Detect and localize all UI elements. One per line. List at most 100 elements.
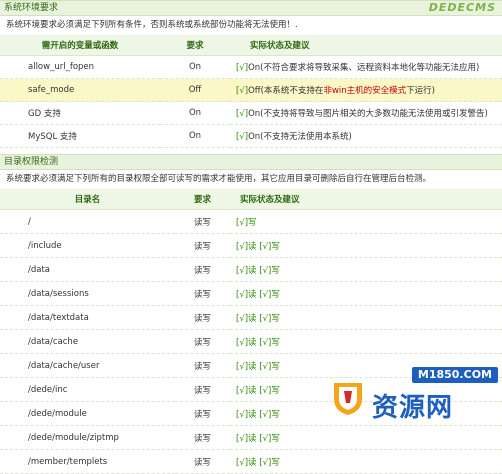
dir-req: 读写	[175, 209, 230, 234]
env-section-bar: 系统环境要求 DEDECMS	[0, 0, 502, 16]
read-status: [√]读	[236, 361, 257, 372]
watermark-url: M1850.COM	[411, 367, 498, 383]
dir-name: /data/cache/user	[0, 353, 175, 378]
table-row: /data 读写 [√]读 [√]写	[0, 257, 502, 282]
env-var-state: [√]On(不符合要求将导致采集、远程资料本地化等功能无法应用)	[230, 55, 502, 79]
write-status: [√]写	[259, 409, 280, 420]
env-var-req: On	[160, 101, 230, 125]
state-text: Off(本系统不支持在非win主机的安全模式下运行)	[248, 86, 435, 96]
dir-req: 读写	[175, 353, 230, 378]
write-status: [√]写	[259, 337, 280, 348]
write-status: [√]写	[259, 265, 280, 276]
env-var-name: GD 支持	[0, 101, 160, 125]
table-row: /data/cache 读写 [√]读 [√]写	[0, 329, 502, 354]
dedecms-logo: DEDECMS	[428, 1, 496, 14]
read-status: [√]读	[236, 313, 257, 324]
dir-req: 读写	[175, 233, 230, 258]
read-status: [√]读	[236, 241, 257, 252]
env-var-state: [√]On(不支持将导致与图片相关的大多数功能无法使用或引发警告)	[230, 101, 502, 125]
dirs-col-name: 目录名	[0, 189, 175, 210]
write-status: [√]写	[259, 385, 280, 396]
dir-name: /data/sessions	[0, 281, 175, 306]
table-row: MySQL 支持 On [√]On(不支持无法使用本系统)	[0, 124, 502, 148]
read-status: [√]读	[236, 409, 257, 420]
dir-req: 读写	[175, 401, 230, 426]
state-text: On(不支持将导致与图片相关的大多数功能无法使用或引发警告)	[248, 109, 488, 119]
dir-req: 读写	[175, 281, 230, 306]
dir-state: [√]读 [√]写	[230, 425, 502, 450]
dir-state: [√]读 [√]写	[230, 449, 502, 474]
shield-icon	[334, 383, 362, 415]
watermark-text: 资源网	[372, 393, 454, 423]
watermark: M1850.COM 资源网	[328, 367, 498, 425]
dir-req: 读写	[175, 257, 230, 282]
dir-state: [√]写	[230, 209, 502, 234]
read-status: [√]读	[236, 337, 257, 348]
dir-state: [√]读 [√]写	[230, 233, 502, 258]
write-status: [√]写	[236, 217, 257, 228]
env-col-name: 需开启的变量或函数	[0, 35, 160, 56]
read-status: [√]读	[236, 289, 257, 300]
dir-name: /data	[0, 257, 175, 282]
check-mark: [√]	[236, 86, 249, 96]
env-table: 需开启的变量或函数 要求 实际状态及建议 allow_url_fopen On …	[0, 35, 502, 148]
dir-state: [√]读 [√]写	[230, 305, 502, 330]
env-var-name: safe_mode	[0, 78, 160, 102]
dir-state: [√]读 [√]写	[230, 281, 502, 306]
env-section-title: 系统环境要求	[4, 3, 59, 13]
table-row: /data/textdata 读写 [√]读 [√]写	[0, 305, 502, 330]
table-row: /data/sessions 读写 [√]读 [√]写	[0, 281, 502, 306]
state-text: On(不符合要求将导致采集、远程资料本地化等功能无法应用)	[248, 63, 480, 73]
check-mark: [√]	[236, 63, 249, 73]
dir-name: /dede/module/ziptmp	[0, 425, 175, 450]
dir-name: /	[0, 209, 175, 234]
dirs-section-title: 目录权限检测	[4, 157, 59, 167]
write-status: [√]写	[259, 433, 280, 444]
dirs-note: 系统要求必须满足下列所有的目录权限全部可读写的需求才能使用，其它应用目录可删除后…	[6, 174, 432, 184]
write-status: [√]写	[259, 457, 280, 468]
table-row: GD 支持 On [√]On(不支持将导致与图片相关的大多数功能无法使用或引发警…	[0, 101, 502, 125]
env-var-state: [√]Off(本系统不支持在非win主机的安全模式下运行)	[230, 78, 502, 102]
dir-name: /data/textdata	[0, 305, 175, 330]
check-mark: [√]	[236, 132, 249, 142]
table-row: /dede/module/ziptmp 读写 [√]读 [√]写	[0, 425, 502, 450]
dir-req: 读写	[175, 329, 230, 354]
table-row: allow_url_fopen On [√]On(不符合要求将导致采集、远程资料…	[0, 55, 502, 79]
env-var-req: On	[160, 55, 230, 79]
dir-req: 读写	[175, 305, 230, 330]
dirs-col-req: 要求	[175, 189, 230, 210]
table-row: safe_mode Off [√]Off(本系统不支持在非win主机的安全模式下…	[0, 78, 502, 102]
dirs-table: 目录名 要求 实际状态及建议 / 读写 [√]写/include 读写 [√]读 [√…	[0, 189, 502, 474]
state-text: On(不支持无法使用本系统)	[248, 132, 352, 142]
table-row: /include 读写 [√]读 [√]写	[0, 233, 502, 258]
dir-name: /member/templets	[0, 449, 175, 474]
dir-name: /data/cache	[0, 329, 175, 354]
dirs-section-bar: 目录权限检测	[0, 154, 502, 170]
dir-req: 读写	[175, 449, 230, 474]
table-row: / 读写 [√]写	[0, 209, 502, 234]
env-var-name: allow_url_fopen	[0, 55, 160, 79]
check-mark: [√]	[236, 109, 249, 119]
env-col-state: 实际状态及建议	[230, 35, 502, 56]
env-var-name: MySQL 支持	[0, 124, 160, 148]
dirs-col-state: 实际状态及建议	[230, 189, 502, 210]
read-status: [√]读	[236, 265, 257, 276]
dir-name: /dede/inc	[0, 377, 175, 402]
dir-name: /include	[0, 233, 175, 258]
write-status: [√]写	[259, 241, 280, 252]
env-note: 系统环境要求必须满足下列所有条件，否则系统或系统部份功能将无法使用！.	[6, 20, 298, 30]
write-status: [√]写	[259, 313, 280, 324]
env-var-state: [√]On(不支持无法使用本系统)	[230, 124, 502, 148]
dir-state: [√]读 [√]写	[230, 257, 502, 282]
read-status: [√]读	[236, 433, 257, 444]
dir-name: /dede/module	[0, 401, 175, 426]
env-col-req: 要求	[160, 35, 230, 56]
dir-req: 读写	[175, 425, 230, 450]
read-status: [√]读	[236, 385, 257, 396]
dir-state: [√]读 [√]写	[230, 329, 502, 354]
write-status: [√]写	[259, 289, 280, 300]
table-row: /member/templets 读写 [√]读 [√]写	[0, 449, 502, 474]
read-status: [√]读	[236, 457, 257, 468]
env-var-req: On	[160, 124, 230, 148]
write-status: [√]写	[259, 361, 280, 372]
